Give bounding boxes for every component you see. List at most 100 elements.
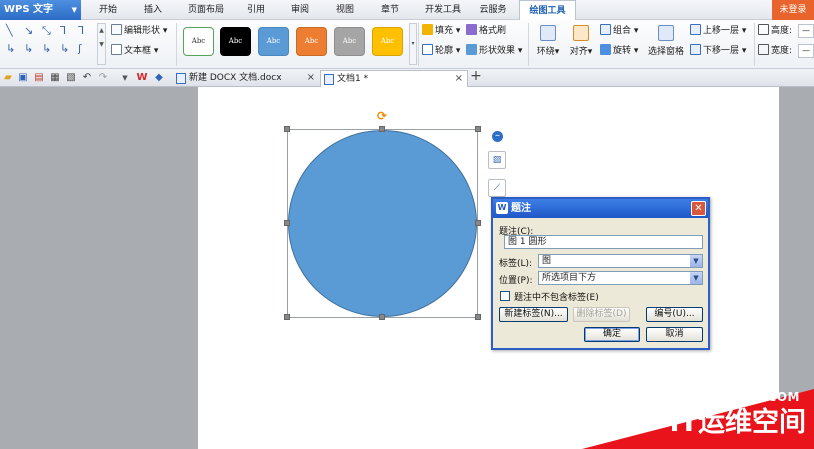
send-backward-button[interactable]: 下移一层 ▾ (690, 43, 746, 59)
close-tab-icon[interactable]: × (307, 70, 315, 86)
resize-handle-right[interactable] (475, 220, 481, 226)
collapse-toolbar-icon[interactable]: – (492, 131, 503, 142)
label-select[interactable]: 图 ▼ (538, 254, 703, 268)
close-icon[interactable]: ✕ (691, 201, 706, 216)
format-painter-button[interactable]: 格式刷 (466, 23, 506, 39)
ribbon-separator (528, 23, 529, 66)
shape-effects-button[interactable]: 形状效果 ▾ (466, 43, 522, 59)
tab-page-layout[interactable]: 页面布局 (180, 0, 232, 20)
tab-drawing-tools[interactable]: 绘图工具 (519, 0, 576, 21)
curved-connector-icon[interactable]: ↳ (6, 42, 15, 55)
doc-tab-new-docx[interactable]: 新建 DOCX 文档.docx × (173, 70, 319, 87)
elbow-connector-icon[interactable]: ⅂ (60, 24, 66, 37)
caption-dialog: W 题注 ✕ 题注(C): 图 1 圆形 标签(L): 图 ▼ 位置(P): 所… (491, 197, 710, 350)
dialog-title-bar[interactable]: W 题注 ✕ (493, 199, 708, 218)
rotate-handle-icon[interactable]: ⟳ (377, 110, 389, 122)
open-folder-icon[interactable]: ▰ (2, 72, 14, 84)
shape-style-5[interactable]: Abc (334, 27, 365, 56)
edit-shape-button[interactable]: 编辑形状 ▾ (111, 23, 167, 39)
tab-insert[interactable]: 插入 (134, 0, 172, 20)
caption-input[interactable]: 图 1 圆形 (504, 235, 703, 249)
customize-toolbar-icon[interactable]: ▼ (119, 72, 131, 84)
selection-pane-button[interactable]: 选择窗格 (645, 23, 687, 65)
undo-icon[interactable]: ↶ (81, 72, 93, 84)
resize-handle-left[interactable] (284, 220, 290, 226)
new-tab-icon[interactable]: + (470, 69, 482, 83)
shape-style-4[interactable]: Abc (296, 27, 327, 56)
format-painter-label: 格式刷 (479, 26, 507, 36)
rotate-label: 旋转 (613, 46, 632, 56)
resize-handle-bottom-right[interactable] (475, 314, 481, 320)
new-label-button[interactable]: 新建标签(N)... (499, 307, 568, 322)
print-icon[interactable]: ▦ (49, 72, 61, 84)
label-field-label: 标签(L): (499, 259, 533, 269)
tab-view[interactable]: 视图 (327, 0, 363, 20)
redo-icon[interactable]: ↷ (97, 72, 109, 84)
chevron-down-icon[interactable]: ▼ (690, 272, 702, 284)
rotate-button[interactable]: 旋转 ▾ (600, 43, 638, 59)
text-box-button[interactable]: 文本框 ▾ (111, 43, 158, 59)
wrap-button[interactable]: 环绕▾ (533, 23, 563, 65)
watermark-url: WWW.94IP.COM (687, 390, 800, 404)
shape-style-3[interactable]: Abc (258, 27, 289, 56)
tab-review[interactable]: 审阅 (282, 0, 318, 20)
arrow-shape-icon[interactable]: ↘ (24, 24, 33, 37)
line-shape-icon[interactable]: ╲ (6, 24, 13, 37)
wps-docer-icon[interactable]: W (136, 72, 148, 84)
tab-references[interactable]: 引用 (238, 0, 274, 20)
tab-cloud[interactable]: 云服务 (472, 0, 514, 20)
curved-double-arrow-icon[interactable]: ↳ (42, 42, 51, 55)
double-arrow-shape-icon[interactable]: ⤡ (42, 24, 51, 38)
cloud-docs-icon[interactable]: ◆ (153, 72, 165, 84)
tab-developer[interactable]: 开发工具 (418, 0, 468, 20)
position-field-label: 位置(P): (499, 276, 533, 286)
shape-style-6[interactable]: Abc (372, 27, 403, 56)
cancel-button[interactable]: 取消 (646, 327, 703, 342)
fill-button[interactable]: 填充 ▾ (422, 23, 460, 39)
style-gallery-scroll[interactable]: ▾ (409, 23, 417, 65)
group-button[interactable]: 组合 ▾ (600, 23, 638, 39)
ok-button[interactable]: 确定 (584, 327, 640, 342)
resize-handle-bottom-left[interactable] (284, 314, 290, 320)
export-pdf-icon[interactable]: ▤ (33, 72, 45, 84)
outline-button[interactable]: 轮廓 ▾ (422, 43, 460, 59)
height-input[interactable]: — (798, 24, 814, 38)
elbow-arrow-icon[interactable]: ⅂ (78, 24, 84, 37)
chevron-down-icon: ▾ (631, 26, 639, 36)
chevron-down-icon[interactable]: ▼ (690, 255, 702, 267)
resize-handle-bottom[interactable] (379, 314, 385, 320)
position-select[interactable]: 所选项目下方 ▼ (538, 271, 703, 285)
resize-handle-top-right[interactable] (475, 126, 481, 132)
bring-forward-button[interactable]: 上移一层 ▾ (690, 23, 746, 39)
tab-home[interactable]: 开始 (89, 0, 127, 20)
line-shapes-gallery[interactable]: ╲ ↘ ⤡ ⅂ ⅂ ↳ ↳ ↳ ↳ ʃ (4, 24, 96, 62)
close-tab-icon[interactable]: × (455, 71, 463, 87)
numbering-button[interactable]: 编号(U)... (646, 307, 703, 322)
curve-icon[interactable]: ↳ (60, 42, 69, 55)
doc-tab-document1[interactable]: 文档1 * × (320, 70, 468, 87)
shape-style-tool-icon[interactable]: ▨ (488, 151, 506, 169)
print-preview-icon[interactable]: ▧ (65, 72, 77, 84)
shape-style-1[interactable]: Abc (183, 27, 214, 56)
width-input[interactable]: — (798, 44, 814, 58)
shape-style-2[interactable]: Abc (220, 27, 251, 56)
resize-handle-top-left[interactable] (284, 126, 290, 132)
curved-arrow-icon[interactable]: ↳ (24, 42, 33, 55)
save-icon[interactable]: ▣ (17, 72, 29, 84)
wps-app-menu-button[interactable]: WPS 文字 ▼ (0, 0, 81, 20)
freeform-icon[interactable]: ʃ (78, 42, 82, 55)
shape-outline-tool-icon[interactable]: ⟋ (488, 179, 506, 197)
tab-section[interactable]: 章节 (372, 0, 408, 20)
selection-pane-label: 选择窗格 (647, 47, 684, 57)
exclude-label-checkbox[interactable] (500, 291, 510, 301)
login-button[interactable]: 未登录 (772, 0, 814, 20)
delete-label-button[interactable]: 删除标签(D) (573, 307, 630, 322)
line-gallery-scroll[interactable]: ▲ ▼ (97, 23, 106, 65)
align-button[interactable]: 对齐▾ (566, 23, 596, 65)
circle-shape[interactable] (288, 130, 477, 317)
resize-handle-top[interactable] (379, 126, 385, 132)
watermark-brand: IT运维空间 (669, 407, 806, 438)
format-painter-icon (466, 24, 477, 35)
text-box-label: 文本框 (124, 46, 152, 56)
height-icon (758, 24, 769, 35)
